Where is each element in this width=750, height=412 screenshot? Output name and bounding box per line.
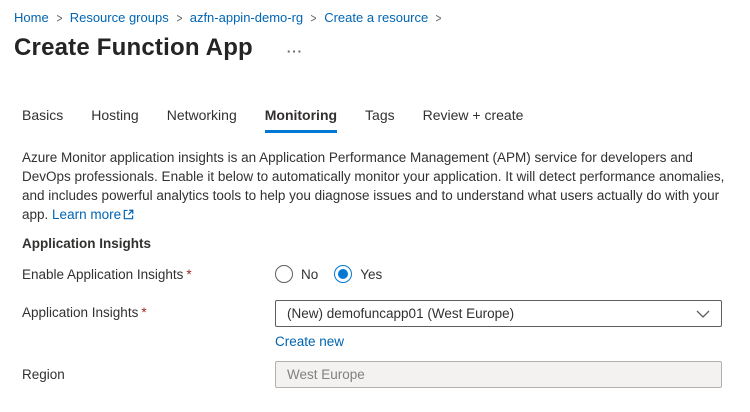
radio-yes-label: Yes (360, 266, 383, 282)
learn-more-link[interactable]: Learn more (52, 207, 121, 222)
tab-basics[interactable]: Basics (22, 107, 63, 133)
enable-app-insights-radio-group: No Yes (275, 265, 382, 283)
application-insights-control: (New) demofuncapp01 (West Europe) Create… (275, 300, 722, 349)
breadcrumb-separator: > (310, 9, 317, 26)
breadcrumb-resource-group-name[interactable]: azfn-appin-demo-rg (190, 10, 303, 25)
radio-option-no[interactable]: No (275, 265, 318, 283)
radio-selected-dot (338, 269, 349, 279)
radio-option-yes[interactable]: Yes (334, 265, 382, 283)
required-asterisk: * (186, 266, 192, 282)
page-title: Create Function App (14, 34, 253, 61)
enable-application-insights-label: Enable Application Insights * (22, 267, 275, 282)
radio-yes-circle-icon[interactable] (334, 265, 353, 283)
enable-application-insights-label-text: Enable Application Insights (22, 266, 184, 282)
breadcrumb-create-a-resource[interactable]: Create a resource (324, 10, 428, 25)
breadcrumb-home[interactable]: Home (14, 10, 49, 25)
create-new-link[interactable]: Create new (275, 334, 722, 349)
region-row: Region (22, 361, 750, 388)
tab-tags[interactable]: Tags (365, 107, 395, 133)
application-insights-label: Application Insights * (22, 300, 275, 320)
application-insights-label-text: Application Insights (22, 305, 139, 320)
monitoring-description: Azure Monitor application insights is an… (22, 148, 728, 225)
external-link-icon (123, 206, 134, 225)
tab-monitoring[interactable]: Monitoring (264, 107, 338, 133)
breadcrumb-resource-groups[interactable]: Resource groups (70, 10, 169, 25)
breadcrumb: Home > Resource groups > azfn-appin-demo… (0, 0, 750, 25)
enable-application-insights-row: Enable Application Insights * No Yes (22, 261, 750, 287)
more-options-ellipsis-icon[interactable]: ··· (287, 44, 303, 59)
breadcrumb-separator: > (435, 9, 442, 26)
region-label: Region (22, 367, 65, 382)
wizard-tabs: Basics Hosting Networking Monitoring Tag… (22, 107, 750, 133)
chevron-down-icon (696, 310, 710, 318)
radio-no-label: No (301, 266, 319, 282)
tab-networking[interactable]: Networking (167, 107, 237, 133)
radio-no-circle-icon[interactable] (275, 265, 293, 283)
tab-review-create[interactable]: Review + create (423, 107, 524, 133)
region-input (275, 361, 722, 388)
page-header: Create Function App ··· (14, 34, 750, 62)
tab-hosting[interactable]: Hosting (91, 107, 138, 133)
application-insights-selected-value: (New) demofuncapp01 (West Europe) (287, 306, 515, 321)
application-insights-dropdown[interactable]: (New) demofuncapp01 (West Europe) (275, 300, 722, 327)
required-asterisk: * (141, 305, 147, 320)
application-insights-row: Application Insights * (New) demofuncapp0… (22, 300, 750, 349)
breadcrumb-separator: > (176, 9, 183, 26)
breadcrumb-separator: > (56, 9, 63, 26)
application-insights-section-heading: Application Insights (22, 236, 152, 251)
